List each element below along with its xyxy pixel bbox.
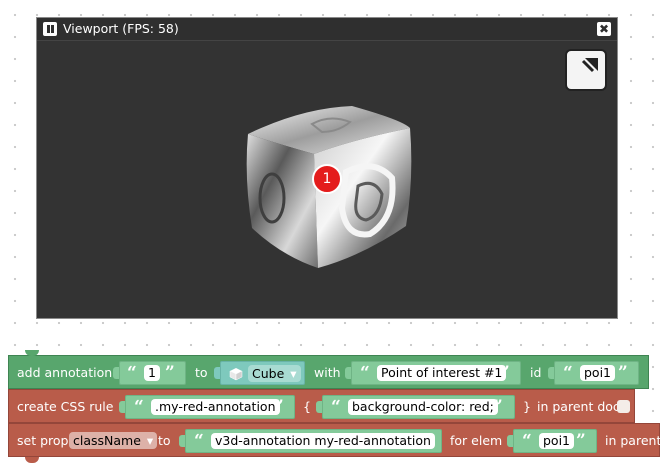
css-selector-input[interactable]: “ .my-red-annotation ”	[125, 395, 295, 419]
prop-value: className	[73, 433, 141, 448]
add-annotation-block[interactable]: add annotation “ 1 ” to Cube ▾ with “ Po…	[8, 350, 649, 389]
quote-open-icon: “	[522, 431, 532, 451]
in-parent-label: in parent	[605, 433, 660, 448]
quote-open-icon: “	[134, 397, 144, 417]
annotation-name-field[interactable]: 1	[144, 365, 160, 381]
fullscreen-icon	[581, 58, 598, 73]
prop-value-field[interactable]: v3d-annotation my-red-annotation	[211, 433, 435, 449]
viewport-title: Viewport (FPS: 58)	[63, 21, 179, 36]
quote-close-icon: ”	[493, 397, 503, 417]
elem-id-input[interactable]: “ poi1 ”	[513, 429, 597, 453]
quote-open-icon: “	[331, 397, 341, 417]
in-parent-doc-checkbox[interactable]	[617, 400, 630, 413]
quote-close-icon: ”	[274, 397, 284, 417]
annotation-id-field[interactable]: poi1	[580, 365, 616, 381]
quote-close-icon: ”	[421, 431, 431, 451]
viewport-window: Viewport (FPS: 58) ✖ 1	[36, 17, 618, 319]
elem-id-field[interactable]: poi1	[539, 433, 575, 449]
quote-open-icon: “	[563, 363, 573, 383]
annotation-text-field[interactable]: Point of interest #1	[377, 365, 507, 381]
chevron-down-icon: ▾	[146, 433, 154, 448]
chevron-down-icon: ▾	[290, 366, 297, 381]
prop-value-input[interactable]: “ v3d-annotation my-red-annotation ”	[185, 429, 442, 453]
css-selector-field[interactable]: .my-red-annotation	[151, 399, 280, 415]
quote-close-icon: ”	[500, 363, 510, 383]
close-brace-label: }	[523, 399, 531, 414]
to-label: to	[195, 365, 208, 380]
to-label: to	[158, 433, 171, 448]
quote-open-icon: “	[360, 363, 370, 383]
annotation-name-input[interactable]: “ 1 ”	[119, 361, 186, 385]
quote-open-icon: “	[194, 431, 204, 451]
object-value: Cube	[252, 366, 285, 381]
id-label: id	[530, 365, 542, 380]
fullscreen-button[interactable]	[565, 49, 607, 91]
create-css-rule-label: create CSS rule	[17, 399, 114, 414]
css-rule-input[interactable]: “ background-color: red; ”	[322, 395, 515, 419]
add-annotation-label: add annotation	[17, 365, 113, 380]
annotation-text-input[interactable]: “ Point of interest #1 ”	[351, 361, 521, 385]
block-connector-bottom	[25, 457, 39, 463]
quote-close-icon: ”	[576, 431, 586, 451]
in-parent-doc-label: in parent doc	[537, 399, 620, 414]
css-rule-field[interactable]: background-color: red;	[348, 399, 498, 415]
with-label: with	[314, 365, 341, 380]
object-dropdown[interactable]: Cube ▾	[248, 365, 301, 382]
close-icon[interactable]: ✖	[597, 22, 611, 36]
quote-close-icon: ”	[618, 363, 628, 383]
prop-dropdown[interactable]: className ▾	[69, 432, 158, 449]
set-prop-block[interactable]: set prop className ▾ to “ v3d-annotation…	[8, 423, 660, 463]
quote-open-icon: “	[127, 363, 137, 383]
create-css-rule-block[interactable]: create CSS rule “ .my-red-annotation ” {…	[8, 389, 635, 423]
object-selector[interactable]: Cube ▾	[220, 361, 305, 385]
quote-close-icon: ”	[165, 363, 175, 383]
viewport-header[interactable]: Viewport (FPS: 58) ✖	[37, 18, 617, 41]
cube-icon	[229, 368, 243, 381]
annotation-id-input[interactable]: “ poi1 ”	[554, 361, 639, 385]
set-prop-label: set prop	[17, 433, 69, 448]
annotation-marker[interactable]: 1	[312, 164, 342, 194]
pause-icon[interactable]	[43, 22, 57, 36]
for-elem-label: for elem	[450, 433, 503, 448]
open-brace-label: {	[303, 399, 311, 414]
